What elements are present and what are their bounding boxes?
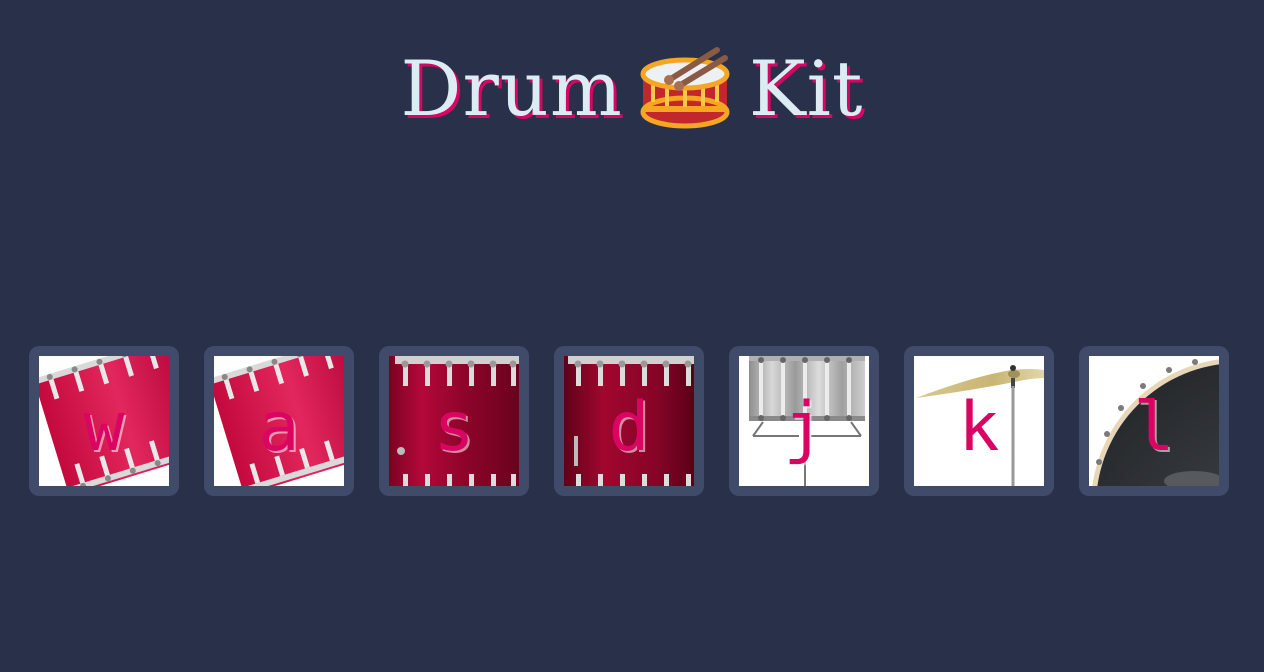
key-letter-l: l: [1133, 388, 1175, 467]
drum-icon: [639, 44, 735, 134]
drum-pad-d: d: [564, 356, 694, 486]
drum-key-l[interactable]: l: [1079, 346, 1229, 496]
drum-pad-a: a: [214, 356, 344, 486]
drum-pad-s: s: [389, 356, 519, 486]
key-letter-s: s: [433, 388, 475, 467]
title-word-drum: Drum: [400, 44, 623, 133]
drum-key-w[interactable]: w: [29, 346, 179, 496]
drum-pad-j: j: [739, 356, 869, 486]
drum-pad-l: l: [1089, 356, 1219, 486]
drum-key-d[interactable]: d: [554, 346, 704, 496]
drum-key-s[interactable]: s: [379, 346, 529, 496]
drum-key-a[interactable]: a: [204, 346, 354, 496]
drum-pad-k: k: [914, 356, 1044, 486]
drum-key-k[interactable]: k: [904, 346, 1054, 496]
key-letter-j: j: [783, 388, 825, 467]
drum-key-j[interactable]: j: [729, 346, 879, 496]
key-letter-a: a: [258, 388, 300, 467]
drum-keys: w a s d j k l: [29, 346, 1229, 496]
key-letter-k: k: [958, 388, 1000, 467]
page-title: Drum Kit: [0, 44, 1264, 134]
title-word-kit: Kit: [748, 44, 864, 133]
drum-pad-w: w: [39, 356, 169, 486]
key-letter-w: w: [83, 388, 125, 467]
key-letter-d: d: [608, 388, 650, 467]
